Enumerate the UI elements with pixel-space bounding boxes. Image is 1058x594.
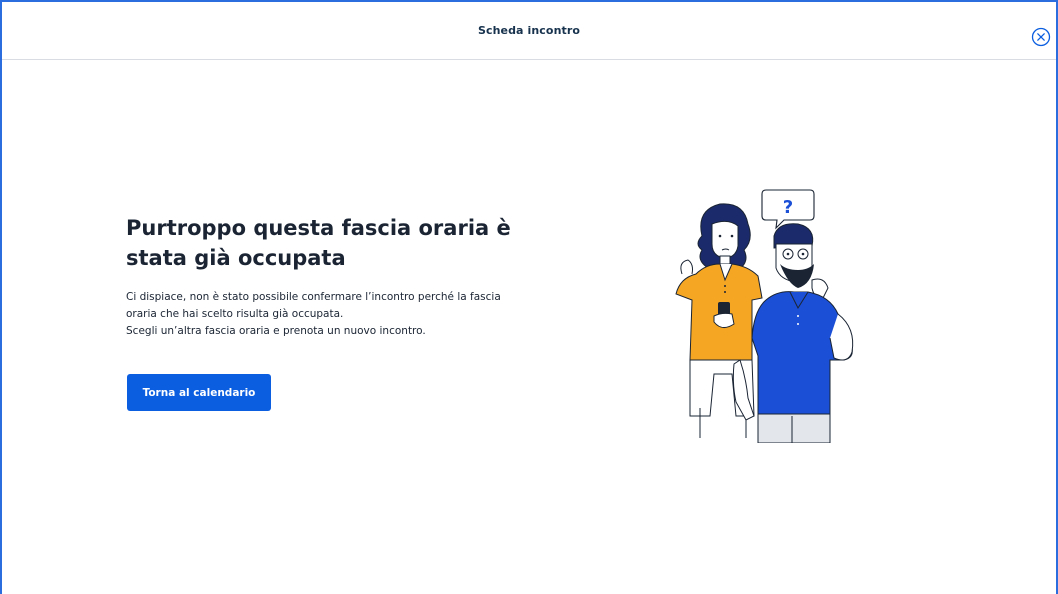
question-mark: ? (783, 197, 793, 218)
page-title-line-2: stata già occupata (126, 246, 346, 270)
modal-title: Scheda incontro (477, 24, 581, 37)
message-description: Ci dispiace, non è stato possibile confe… (126, 289, 546, 340)
modal-window: Scheda incontro Purtroppo questa fascia … (0, 0, 1058, 594)
confused-people-illustration: ? (675, 189, 854, 443)
question-bubble-icon: ? (761, 189, 815, 230)
close-circle-icon (1031, 27, 1051, 47)
description-line-1: Ci dispiace, non è stato possibile confe… (126, 291, 501, 303)
description-line-2: oraria che hai scelto risulta già occupa… (126, 308, 344, 320)
description-line-3: Scegli un’altra fascia oraria e prenota … (126, 325, 426, 337)
message-content: Purtroppo questa fascia oraria è stata g… (126, 213, 546, 340)
modal-header: Scheda incontro (2, 2, 1056, 60)
close-button[interactable] (1031, 27, 1051, 47)
back-to-calendar-button[interactable]: Torna al calendario (127, 374, 271, 411)
page-title: Purtroppo questa fascia oraria è stata g… (126, 213, 546, 273)
page-title-line-1: Purtroppo questa fascia oraria è (126, 216, 511, 240)
